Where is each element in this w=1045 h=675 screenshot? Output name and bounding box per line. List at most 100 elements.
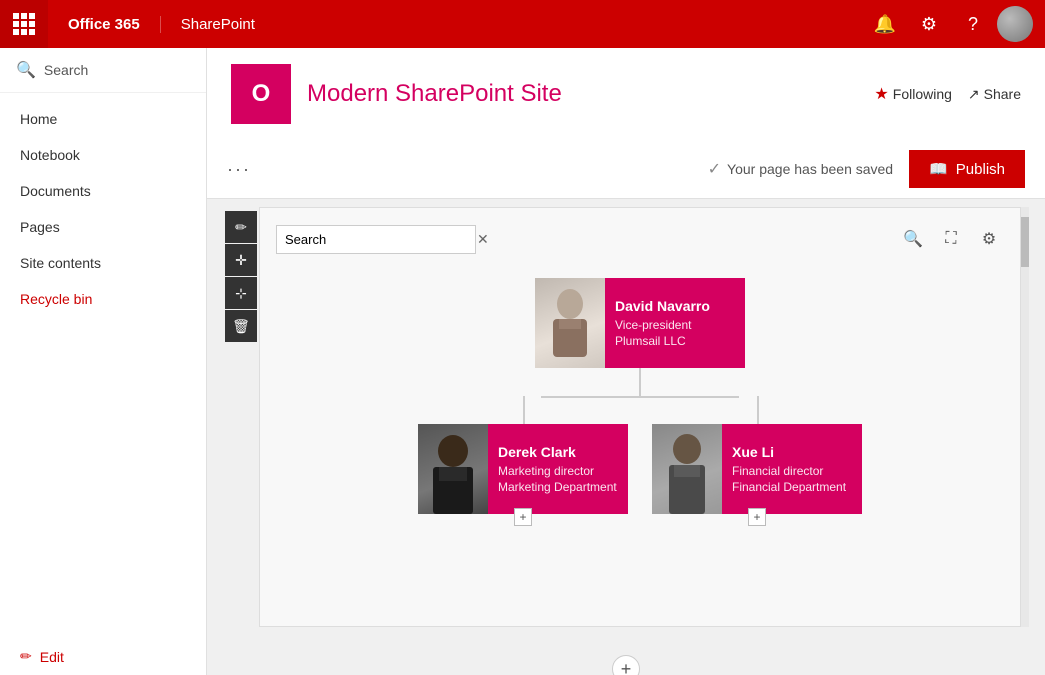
org-card-derek-wrapper: Derek Clark Marketing director Marketing…	[418, 424, 628, 514]
documents-label: Documents	[20, 183, 91, 199]
plus-icon: +	[621, 659, 632, 675]
webpart-area: ✏ ✛ ⊹ 🗑	[207, 199, 1045, 643]
trash-icon: 🗑	[232, 318, 250, 335]
question-icon: ?	[968, 14, 978, 35]
scrollbar-track[interactable]	[1021, 207, 1029, 627]
notification-button[interactable]: 🔔	[865, 4, 905, 44]
org-card-role-david: Vice-president	[615, 318, 735, 332]
pencil-icon: ✏	[235, 219, 247, 236]
main-content: O Modern SharePoint Site ★ Following ↗ S…	[207, 48, 1045, 675]
org-card-name-david: David Navarro	[615, 298, 735, 314]
fullscreen-button[interactable]: ⛶	[936, 224, 966, 254]
delete-webpart-button[interactable]: 🗑	[225, 310, 257, 342]
sidebar-item-notebook[interactable]: Notebook	[0, 137, 206, 173]
publish-button[interactable]: 📖 Publish	[909, 150, 1025, 188]
page-toolbar: ··· ✓ Your page has been saved 📖 Publish	[207, 140, 1045, 199]
derek-photo-silhouette	[423, 429, 483, 514]
site-logo-letter: O	[252, 80, 271, 108]
add-section-button[interactable]: +	[612, 655, 640, 675]
org-card-role-xue: Financial director	[732, 464, 852, 478]
site-header: O Modern SharePoint Site ★ Following ↗ S…	[207, 48, 1045, 140]
share-label: Share	[984, 86, 1021, 102]
connector-v-xue	[757, 396, 759, 424]
search-clear-button[interactable]: ✕	[469, 231, 497, 248]
drag-icon: ⊹	[235, 285, 247, 302]
sidebar-item-pages[interactable]: Pages	[0, 209, 206, 245]
org-level-2: Derek Clark Marketing director Marketing…	[418, 424, 862, 514]
org-card-photo-david	[535, 278, 605, 368]
edit-label: Edit	[40, 649, 64, 665]
toolbar-dots[interactable]: ···	[227, 159, 251, 180]
webpart-tools: ✏ ✛ ⊹ 🗑	[223, 207, 259, 627]
saved-text: Your page has been saved	[727, 161, 893, 177]
topbar: Office 365 SharePoint 🔔 ⚙ ?	[0, 0, 1045, 48]
settings-webpart-button[interactable]: ⚙	[974, 224, 1004, 254]
expand-icon: ⛶	[945, 230, 956, 248]
org-card-company-david: Plumsail LLC	[615, 334, 735, 348]
expand-derek-button[interactable]: +	[514, 508, 532, 526]
move-icon: ✛	[235, 252, 247, 269]
sidebar: 🔍 Search Home Notebook Documents Pages S…	[0, 48, 207, 675]
sidebar-nav: Home Notebook Documents Pages Site conte…	[0, 93, 206, 638]
webpart-actions: 🔍 ⛶ ⚙	[898, 224, 1004, 254]
check-icon: ✓	[708, 159, 721, 179]
zoom-button[interactable]: 🔍	[898, 224, 928, 254]
toolbar-right: ✓ Your page has been saved 📖 Publish	[708, 150, 1025, 188]
bell-icon: 🔔	[874, 14, 896, 35]
scrollbar-thumb[interactable]	[1021, 217, 1029, 267]
org-search-input[interactable]	[277, 226, 469, 253]
edit-icon: ✏	[20, 648, 32, 665]
search-icon: 🔍	[16, 60, 36, 80]
site-contents-label: Site contents	[20, 255, 101, 271]
site-name: SharePoint	[161, 16, 275, 33]
sidebar-item-site-contents[interactable]: Site contents	[0, 245, 206, 281]
org-card-david[interactable]: David Navarro Vice-president Plumsail LL…	[535, 278, 745, 368]
expand-xue-button[interactable]: +	[748, 508, 766, 526]
sidebar-item-documents[interactable]: Documents	[0, 173, 206, 209]
site-header-actions: ★ Following ↗ Share	[874, 84, 1021, 104]
xue-photo-silhouette	[657, 429, 717, 514]
site-header-top: O Modern SharePoint Site ★ Following ↗ S…	[231, 48, 1021, 140]
org-card-xue-wrapper: Xue Li Financial director Financial Depa…	[652, 424, 862, 514]
avatar[interactable]	[997, 6, 1033, 42]
org-level-1: David Navarro Vice-president Plumsail LL…	[535, 278, 745, 368]
edit-webpart-button[interactable]: ✏	[225, 211, 257, 243]
layout: 🔍 Search Home Notebook Documents Pages S…	[0, 48, 1045, 675]
settings-button[interactable]: ⚙	[909, 4, 949, 44]
home-label: Home	[20, 111, 57, 127]
search-label: Search	[44, 62, 88, 78]
following-button[interactable]: ★ Following	[874, 84, 951, 104]
share-button[interactable]: ↗ Share	[968, 86, 1021, 103]
site-title: Modern SharePoint Site	[307, 80, 562, 108]
publish-label: Publish	[956, 161, 1005, 178]
following-label: Following	[893, 86, 952, 102]
site-header-left: O Modern SharePoint Site	[231, 64, 562, 124]
org-card-xue[interactable]: Xue Li Financial director Financial Depa…	[652, 424, 862, 514]
org-card-derek[interactable]: Derek Clark Marketing director Marketing…	[418, 424, 628, 514]
waffle-button[interactable]	[0, 0, 48, 48]
site-logo: O	[231, 64, 291, 124]
webpart-header: ✕ 🔍 ⛶ ⚙	[276, 224, 1004, 254]
saved-message: ✓ Your page has been saved	[708, 159, 893, 179]
move-webpart-button[interactable]: ✛	[225, 244, 257, 276]
edit-button[interactable]: ✏ Edit	[0, 638, 206, 675]
org-chart: David Navarro Vice-president Plumsail LL…	[276, 270, 1004, 534]
search-box[interactable]: ✕	[276, 225, 476, 254]
zoom-icon: 🔍	[903, 229, 923, 249]
topbar-icons: 🔔 ⚙ ?	[865, 4, 1045, 44]
help-button[interactable]: ?	[953, 4, 993, 44]
connector-v-1	[639, 368, 641, 396]
org-card-dept-derek: Marketing Department	[498, 480, 618, 494]
sidebar-item-home[interactable]: Home	[0, 101, 206, 137]
pages-label: Pages	[20, 219, 60, 235]
org-card-photo-derek	[418, 424, 488, 514]
org-card-name-xue: Xue Li	[732, 444, 852, 460]
webpart-frame: ✕ 🔍 ⛶ ⚙	[259, 207, 1021, 627]
gear-icon: ⚙	[921, 14, 937, 35]
drag-webpart-button[interactable]: ⊹	[225, 277, 257, 309]
sidebar-item-recycle-bin[interactable]: Recycle bin	[0, 281, 206, 317]
app-name: Office 365	[48, 16, 161, 33]
sidebar-search[interactable]: 🔍 Search	[0, 48, 206, 93]
share-icon: ↗	[968, 86, 980, 103]
notebook-label: Notebook	[20, 147, 80, 163]
